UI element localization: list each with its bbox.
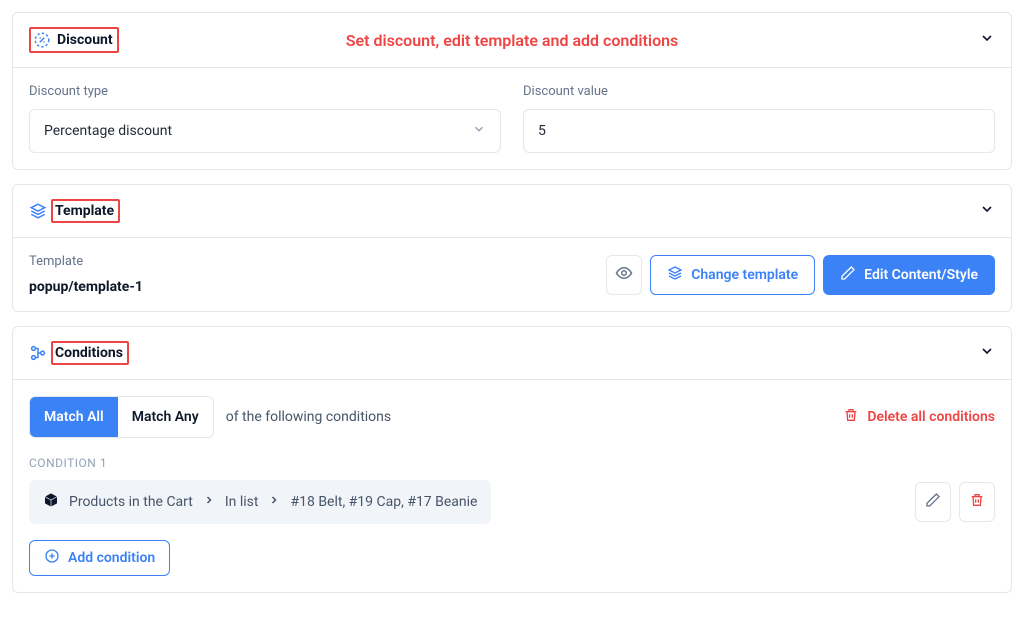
trash-icon	[969, 492, 985, 512]
pencil-icon	[925, 492, 941, 512]
discount-title-wrap: Discount	[29, 27, 119, 53]
match-any-button[interactable]: Match Any	[118, 397, 213, 437]
chevron-down-icon	[979, 30, 995, 50]
trash-icon	[843, 407, 859, 427]
delete-all-conditions-button[interactable]: Delete all conditions	[843, 407, 995, 427]
conditions-header[interactable]: Conditions	[13, 327, 1011, 379]
condition-group-label: CONDITION 1	[29, 456, 995, 470]
add-condition-label: Add condition	[68, 550, 155, 566]
template-body: Template popup/template-1	[13, 237, 1011, 311]
discount-value-input[interactable]: 5	[523, 109, 995, 153]
conditions-icon	[29, 344, 47, 362]
box-icon	[43, 492, 59, 512]
discount-icon	[33, 31, 51, 49]
template-title: Template	[55, 203, 114, 219]
discount-section: Discount Set discount, edit template and…	[12, 12, 1012, 170]
condition-subject: Products in the Cart	[69, 494, 193, 510]
template-title-wrap: Template	[51, 199, 120, 223]
pencil-icon	[840, 265, 856, 285]
add-condition-button[interactable]: Add condition	[29, 540, 170, 576]
template-icon	[29, 202, 47, 220]
annotation-text: Set discount, edit template and add cond…	[346, 31, 679, 50]
conditions-section: Conditions Match All Match Any of the fo…	[12, 326, 1012, 593]
plus-circle-icon	[44, 548, 60, 568]
condition-chip: Products in the Cart In list #18 Belt, #…	[29, 480, 491, 524]
discount-value-label: Discount value	[523, 84, 995, 99]
chevron-right-icon	[203, 494, 215, 510]
edit-condition-button[interactable]	[915, 482, 951, 522]
delete-all-label: Delete all conditions	[867, 409, 995, 425]
conditions-title-wrap: Conditions	[51, 341, 129, 365]
template-section: Template Template popup/template-1	[12, 184, 1012, 312]
template-header[interactable]: Template	[13, 185, 1011, 237]
preview-button[interactable]	[606, 255, 642, 295]
eye-icon	[615, 264, 633, 286]
discount-header[interactable]: Discount Set discount, edit template and…	[13, 13, 1011, 67]
match-toggle: Match All Match Any	[29, 396, 214, 438]
delete-condition-button[interactable]	[959, 482, 995, 522]
discount-body: Discount type Percentage discount Discou…	[13, 67, 1011, 169]
conditions-body: Match All Match Any of the following con…	[13, 379, 1011, 592]
chevron-down-icon	[472, 122, 486, 140]
discount-title: Discount	[57, 32, 113, 48]
discount-type-label: Discount type	[29, 84, 501, 99]
discount-value-field: Discount value 5	[523, 84, 995, 153]
discount-type-field: Discount type Percentage discount	[29, 84, 501, 153]
discount-type-value: Percentage discount	[44, 123, 172, 139]
edit-content-label: Edit Content/Style	[864, 267, 978, 283]
layers-icon	[667, 265, 683, 285]
chevron-down-icon	[979, 201, 995, 221]
discount-value-text: 5	[538, 123, 546, 139]
conditions-title: Conditions	[55, 345, 123, 361]
match-caption: of the following conditions	[226, 409, 391, 425]
template-name: popup/template-1	[29, 279, 606, 295]
chevron-down-icon	[979, 343, 995, 363]
condition-value: #18 Belt, #19 Cap, #17 Beanie	[290, 494, 477, 510]
discount-type-select[interactable]: Percentage discount	[29, 109, 501, 153]
match-all-button[interactable]: Match All	[30, 397, 118, 437]
change-template-button[interactable]: Change template	[650, 255, 815, 295]
condition-operator: In list	[225, 494, 259, 510]
chevron-right-icon	[268, 494, 280, 510]
edit-content-button[interactable]: Edit Content/Style	[823, 255, 995, 295]
change-template-label: Change template	[691, 267, 798, 283]
template-field-label: Template	[29, 254, 606, 269]
